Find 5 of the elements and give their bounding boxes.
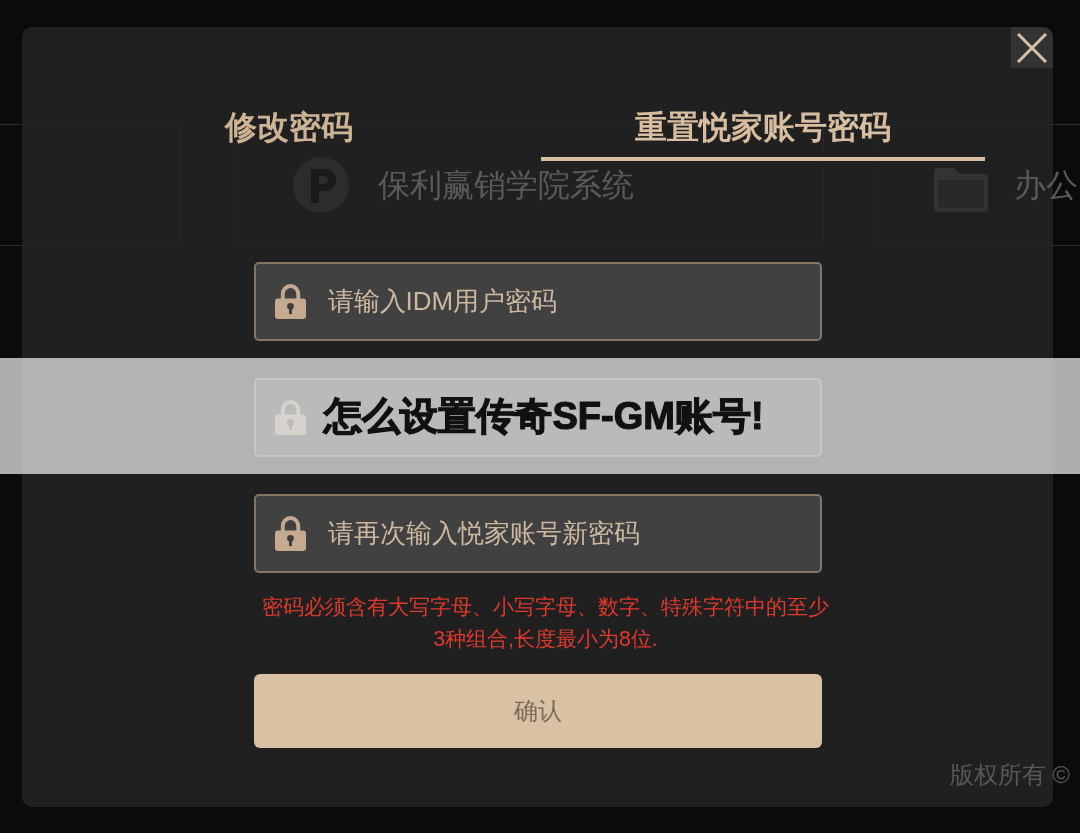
password-hint: 密码必须含有大写字母、小写字母、数字、特殊字符中的至少3种组合,长度最小为8位. xyxy=(261,594,830,653)
copyright-text: 版权所有 © xyxy=(949,761,1070,789)
app-name: 保利赢销学院系统 xyxy=(378,166,634,205)
overlay-title: 怎么设置传奇SF-GM账号! xyxy=(322,394,764,439)
app-name: 办公 xyxy=(1014,166,1078,205)
